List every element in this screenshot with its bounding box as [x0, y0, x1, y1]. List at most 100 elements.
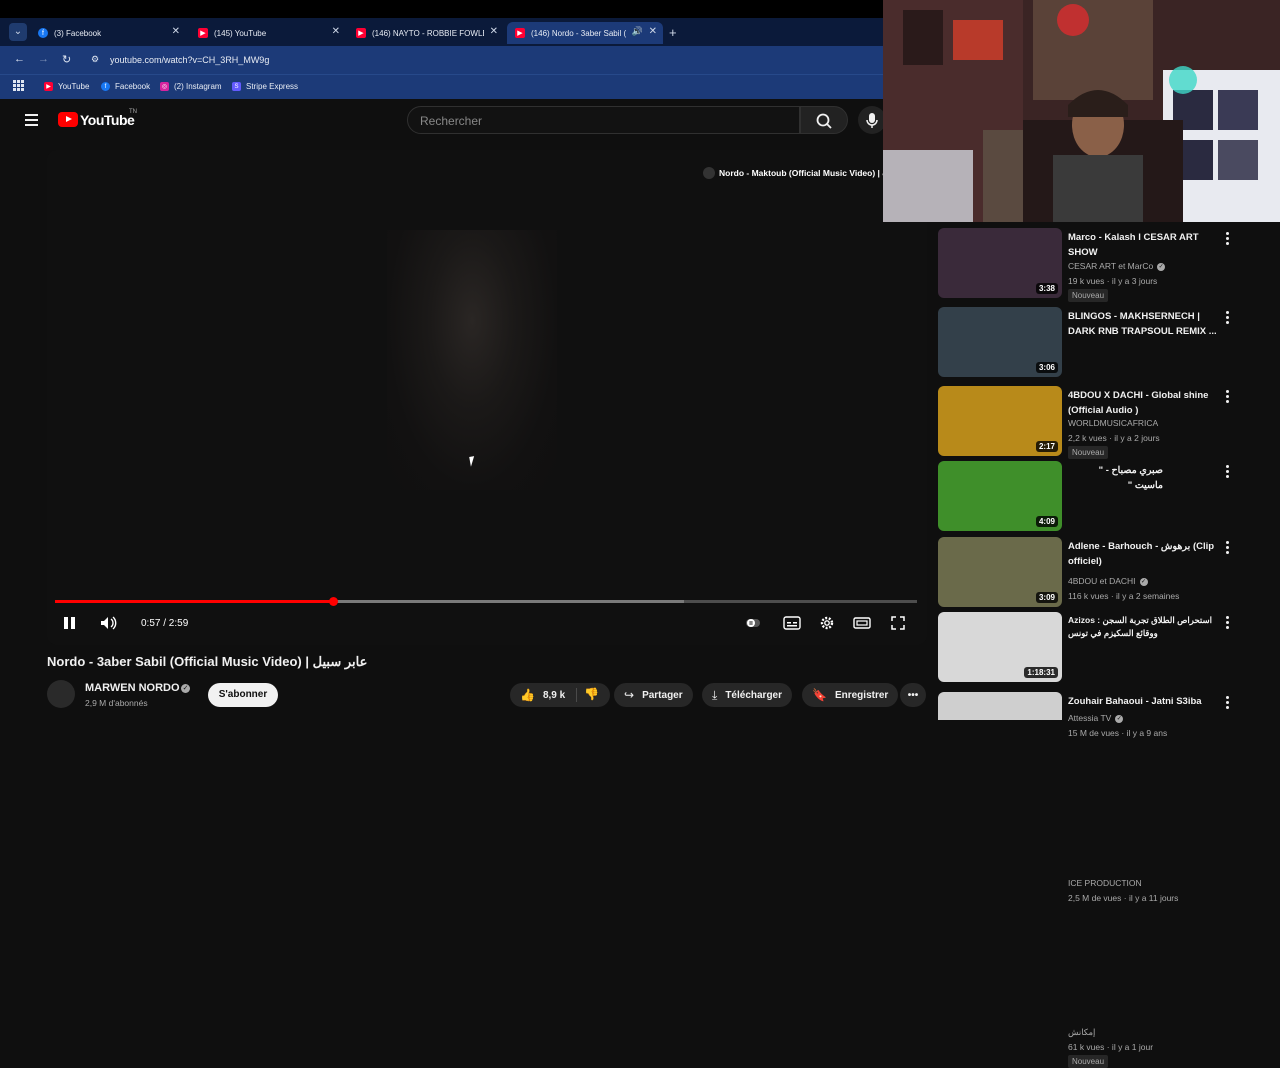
- channel-avatar[interactable]: [47, 680, 75, 708]
- recommendation-item[interactable]: 3:09 Adlene - Barhouch - برهوش (Clip off…: [938, 531, 1268, 903]
- tab-nayto[interactable]: ▶ (146) NAYTO - ROBBIE FOWLER ✕: [348, 22, 504, 44]
- search-input[interactable]: Rechercher: [407, 106, 800, 134]
- close-icon[interactable]: ✕: [649, 26, 657, 37]
- theater-mode-icon: [853, 617, 871, 629]
- apps-grid-icon[interactable]: [13, 80, 24, 91]
- recommendation-item[interactable]: 1:18:31 Azizos : استحراص الطلاق تجربة ال…: [938, 606, 1268, 1068]
- download-button[interactable]: ⤓ Télécharger: [702, 683, 793, 707]
- site-info-icon[interactable]: ⚙: [91, 54, 99, 65]
- recommendation-title[interactable]: Azizos : استحراص الطلاق تجربة السجن ووقا…: [1068, 614, 1218, 640]
- new-tab-icon[interactable]: +: [669, 25, 677, 40]
- theater-mode-button[interactable]: [853, 615, 871, 631]
- next-video-overlay[interactable]: Nordo - Maktoub (Official Music Video) |…: [703, 167, 890, 179]
- tab-nordo-active[interactable]: ▶ (146) Nordo - 3aber Sabil ( 🔊 ✕: [507, 22, 663, 44]
- video-thumbnail[interactable]: 3:06: [938, 307, 1062, 377]
- channel-avatar-small: [703, 167, 715, 179]
- more-actions-button[interactable]: •••: [900, 683, 926, 707]
- recommendation-item[interactable]: 4:09 صبري مصباح - " ماسيت " Attessia TV ✓…: [938, 455, 1268, 738]
- volume-icon: [101, 616, 117, 630]
- more-vertical-icon[interactable]: [1226, 390, 1230, 404]
- scrubber-handle[interactable]: [328, 597, 338, 606]
- tab-search-menu-icon[interactable]: ⌄: [9, 23, 27, 41]
- video-thumbnail[interactable]: [938, 692, 1062, 720]
- reload-icon[interactable]: ↻: [62, 53, 71, 66]
- close-icon[interactable]: ✕: [172, 26, 180, 37]
- tab-facebook[interactable]: f (3) Facebook ✕: [30, 22, 186, 44]
- bookmark-stripe[interactable]: S Stripe Express: [232, 82, 298, 91]
- fullscreen-button[interactable]: [890, 615, 906, 631]
- recommendation-title[interactable]: BLINGOS - MAKHSERNECH | DARK RNB TRAPSOU…: [1068, 309, 1218, 339]
- video-title: Nordo - 3aber Sabil (Official Music Vide…: [47, 654, 368, 669]
- bookmark-label: Facebook: [115, 82, 151, 91]
- close-icon[interactable]: ✕: [332, 26, 340, 37]
- more-vertical-icon[interactable]: [1226, 311, 1230, 325]
- new-badge: Nouveau: [1068, 1055, 1109, 1068]
- video-thumbnail[interactable]: 4:09: [938, 461, 1062, 531]
- more-vertical-icon[interactable]: [1226, 232, 1230, 246]
- recommendation-item[interactable]: 3:06 BLINGOS - MAKHSERNECH | DARK RNB TR…: [938, 301, 1268, 459]
- autoplay-toggle[interactable]: [745, 615, 761, 631]
- subtitles-button[interactable]: [783, 615, 801, 631]
- video-thumbnail[interactable]: 3:38: [938, 228, 1062, 298]
- progress-bar[interactable]: [55, 597, 917, 606]
- more-vertical-icon[interactable]: [1226, 696, 1230, 710]
- recommendation-channel[interactable]: ICE PRODUCTION: [1068, 878, 1142, 888]
- settings-button[interactable]: [819, 615, 835, 631]
- back-arrow-icon[interactable]: ←: [14, 53, 25, 65]
- youtube-logo-icon[interactable]: [58, 112, 78, 127]
- recommendation-item[interactable]: 3:38 Marco - Kalash l CESAR ART SHOW CES…: [938, 222, 1268, 302]
- speaker-icon[interactable]: 🔊: [632, 26, 643, 37]
- recommendation-title[interactable]: صبري مصباح - " ماسيت ": [1068, 463, 1163, 493]
- bookmark-instagram[interactable]: ◎ (2) Instagram: [160, 82, 222, 91]
- menu-icon[interactable]: [25, 114, 38, 126]
- address-bar[interactable]: youtube.com/watch?v=CH_3RH_MW9g: [110, 55, 269, 65]
- forward-arrow-icon[interactable]: →: [38, 53, 49, 65]
- video-thumbnail[interactable]: 2:17: [938, 386, 1062, 456]
- search-placeholder: Rechercher: [420, 114, 483, 128]
- search-button[interactable]: [800, 106, 848, 134]
- voice-search-button[interactable]: [858, 106, 886, 134]
- video-thumbnail[interactable]: 3:09: [938, 537, 1062, 607]
- recommendation-title[interactable]: 4BDOU X DACHI - Global shine (Official A…: [1068, 388, 1218, 418]
- recommendation-item[interactable]: 2:17 4BDOU X DACHI - Global shine (Offic…: [938, 380, 1268, 601]
- subscribe-button[interactable]: S'abonner: [208, 683, 278, 707]
- more-vertical-icon[interactable]: [1226, 616, 1230, 630]
- more-vertical-icon[interactable]: [1226, 541, 1230, 555]
- share-label: Partager: [642, 689, 683, 701]
- bookmark-youtube[interactable]: ▶ YouTube: [44, 82, 89, 91]
- time-display: 0:57 / 2:59: [141, 618, 189, 629]
- recommendation-channel[interactable]: CESAR ART et MarCo ✓: [1068, 261, 1166, 271]
- pause-button[interactable]: [64, 615, 76, 631]
- tab-label: (146) Nordo - 3aber Sabil (: [531, 28, 627, 38]
- close-icon[interactable]: ✕: [490, 26, 498, 37]
- video-thumbnail[interactable]: 1:18:31: [938, 612, 1062, 682]
- youtube-icon: ▶: [356, 28, 366, 38]
- duration-badge: 3:06: [1035, 362, 1058, 373]
- tab-youtube[interactable]: ▶ (145) YouTube ✕: [190, 22, 346, 44]
- bookmark-facebook[interactable]: f Facebook: [101, 82, 150, 91]
- like-count[interactable]: 8,9 k: [543, 690, 565, 701]
- video-player[interactable]: Nordo - Maktoub (Official Music Video) |…: [47, 150, 927, 645]
- save-label: Enregistrer: [834, 689, 889, 701]
- verified-check-icon: ✓: [181, 684, 190, 693]
- bookmark-icon: 🔖: [812, 688, 827, 702]
- recommendation-title[interactable]: Adlene - Barhouch - برهوش (Clip officiel…: [1068, 539, 1218, 569]
- share-icon: ↪: [624, 688, 635, 702]
- like-icon[interactable]: 👍: [520, 688, 535, 702]
- duration-badge: 3:38: [1035, 283, 1058, 294]
- recommendation-item[interactable]: Zouhair Bahaoui - Jatni S3iba: [938, 686, 1268, 720]
- duration-badge: 1:18:31: [1024, 667, 1058, 678]
- recommendation-title[interactable]: Zouhair Bahaoui - Jatni S3iba: [1068, 694, 1218, 709]
- gear-icon: [820, 616, 834, 630]
- channel-name[interactable]: MARWEN NORDO: [85, 682, 180, 694]
- youtube-logo-text[interactable]: YouTube: [80, 112, 135, 128]
- recommendation-channel[interactable]: إمكانش: [1068, 1027, 1095, 1038]
- recommendation-title[interactable]: Marco - Kalash l CESAR ART SHOW: [1068, 230, 1218, 260]
- duration-badge: 3:09: [1035, 592, 1058, 603]
- share-button[interactable]: ↪ Partager: [614, 683, 693, 707]
- volume-button[interactable]: [99, 615, 119, 631]
- recommendation-meta: 19 k vues · il y a 3 jours: [1068, 276, 1158, 286]
- dislike-icon[interactable]: 👎: [584, 687, 599, 701]
- save-button[interactable]: 🔖 Enregistrer: [802, 683, 899, 707]
- more-vertical-icon[interactable]: [1226, 465, 1230, 479]
